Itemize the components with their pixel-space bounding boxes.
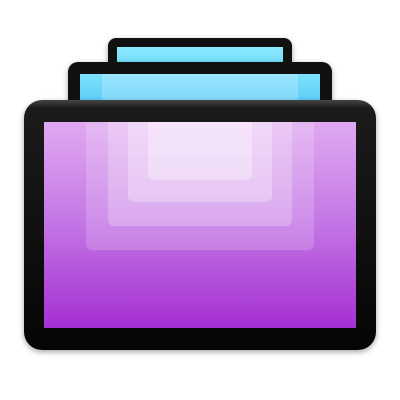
app-icon-canvas [0,0,400,400]
front-screen-display [44,122,356,328]
stacked-window-layer [148,122,252,180]
front-screen-icon[interactable] [24,100,376,350]
bezel-shine [24,100,376,108]
